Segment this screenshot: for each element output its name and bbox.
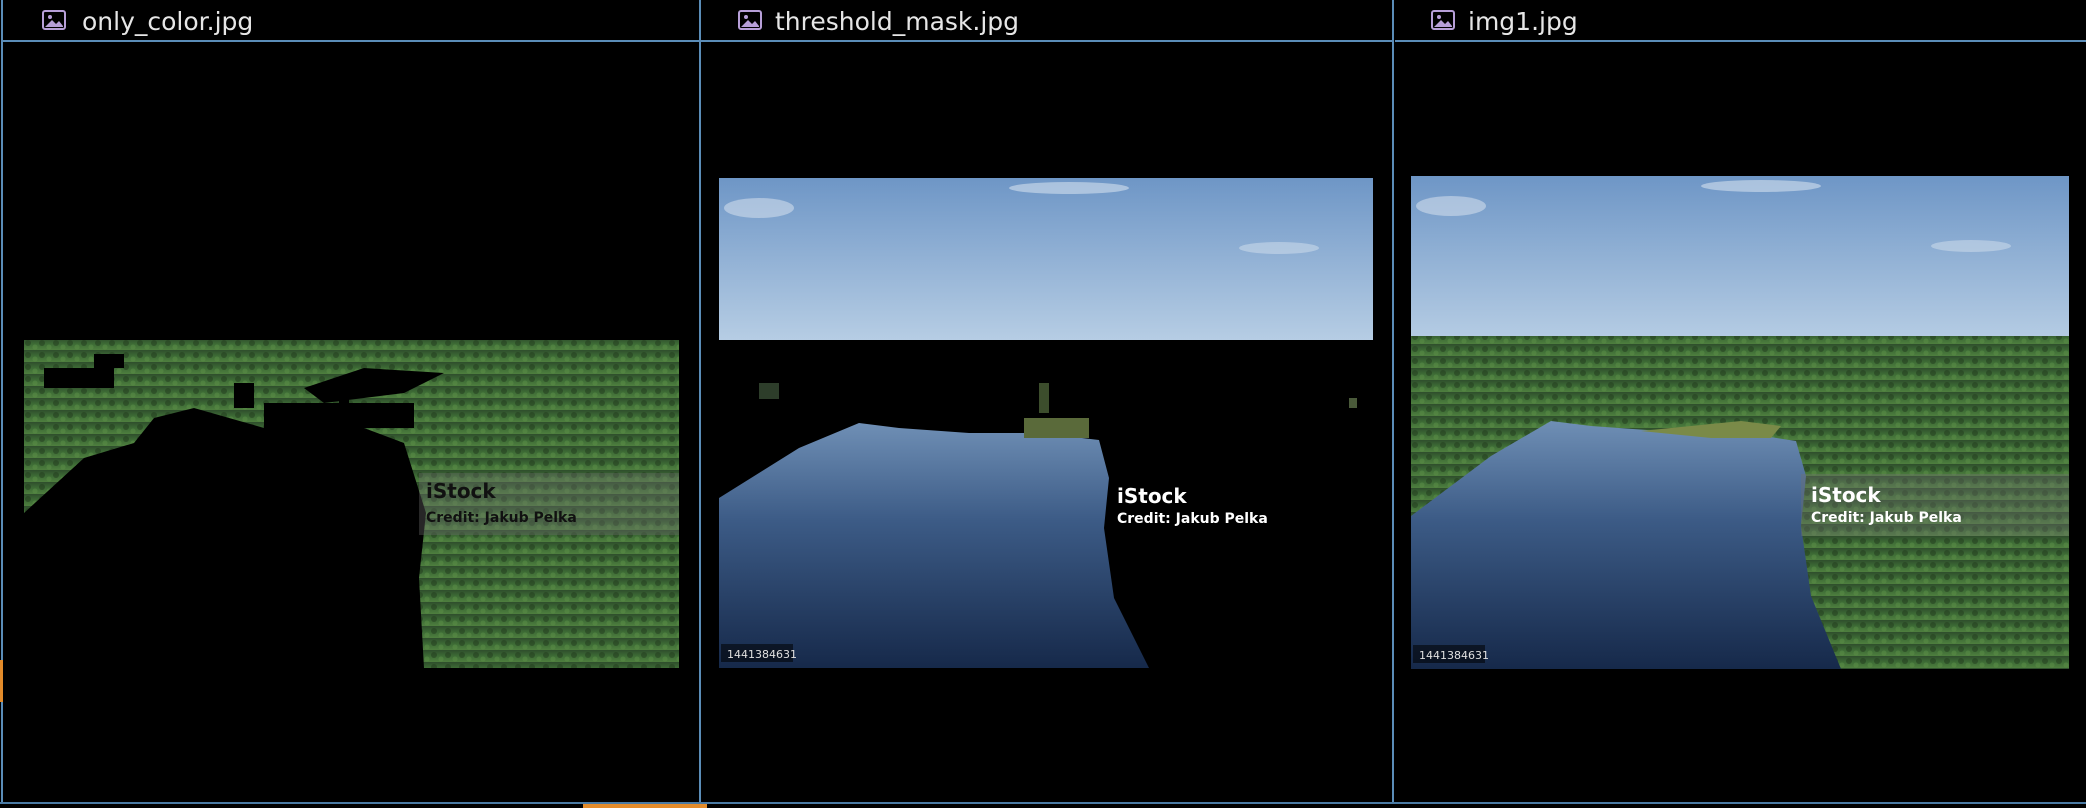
- image-display: iStock Credit: Jakub Pelka 1441384631: [1411, 176, 2069, 669]
- image-file-icon: [42, 10, 66, 30]
- image-pane-only-color[interactable]: only_color.jpg iStock Credit: Jakub Pelk…: [2, 0, 699, 804]
- pane-divider[interactable]: [1392, 0, 1394, 804]
- pane-tab-header[interactable]: threshold_mask.jpg: [701, 0, 1393, 42]
- pane-divider[interactable]: [699, 0, 701, 804]
- image-file-icon: [1431, 10, 1455, 30]
- bottom-border: [0, 802, 2086, 804]
- edge-marker: [0, 660, 3, 702]
- image-id-label: 1441384631: [727, 648, 797, 661]
- watermark-credit: Credit: Jakub Pelka: [1117, 511, 1268, 527]
- watermark-brand: iStock: [1117, 484, 1187, 508]
- pane-tab-header[interactable]: only_color.jpg: [2, 0, 699, 42]
- watermark-credit: Credit: Jakub Pelka: [426, 510, 577, 526]
- image-display: iStock Credit: Jakub Pelka 1441384631: [719, 178, 1373, 668]
- active-tab-indicator: [583, 804, 707, 808]
- pane-file-name: img1.jpg: [1468, 7, 1578, 36]
- image-id-label: 1441384631: [1419, 649, 1489, 662]
- pane-tab-header[interactable]: img1.jpg: [1395, 0, 2086, 42]
- watermark-brand: iStock: [1811, 483, 1881, 507]
- watermark-credit: Credit: Jakub Pelka: [1811, 510, 1962, 526]
- image-pane-img1[interactable]: img1.jpg iStock Credit: Jakub Pelka 1441…: [1395, 0, 2086, 804]
- pane-file-name: only_color.jpg: [82, 7, 254, 36]
- image-pane-threshold-mask[interactable]: threshold_mask.jpg iStock Credit: Jakub …: [701, 0, 1393, 804]
- image-display: iStock Credit: Jakub Pelka: [24, 338, 679, 668]
- image-file-icon: [738, 10, 762, 30]
- image-comparison-viewer: only_color.jpg iStock Credit: Jakub Pelk…: [0, 0, 2086, 808]
- pane-file-name: threshold_mask.jpg: [775, 7, 1020, 36]
- watermark-brand: iStock: [426, 479, 496, 503]
